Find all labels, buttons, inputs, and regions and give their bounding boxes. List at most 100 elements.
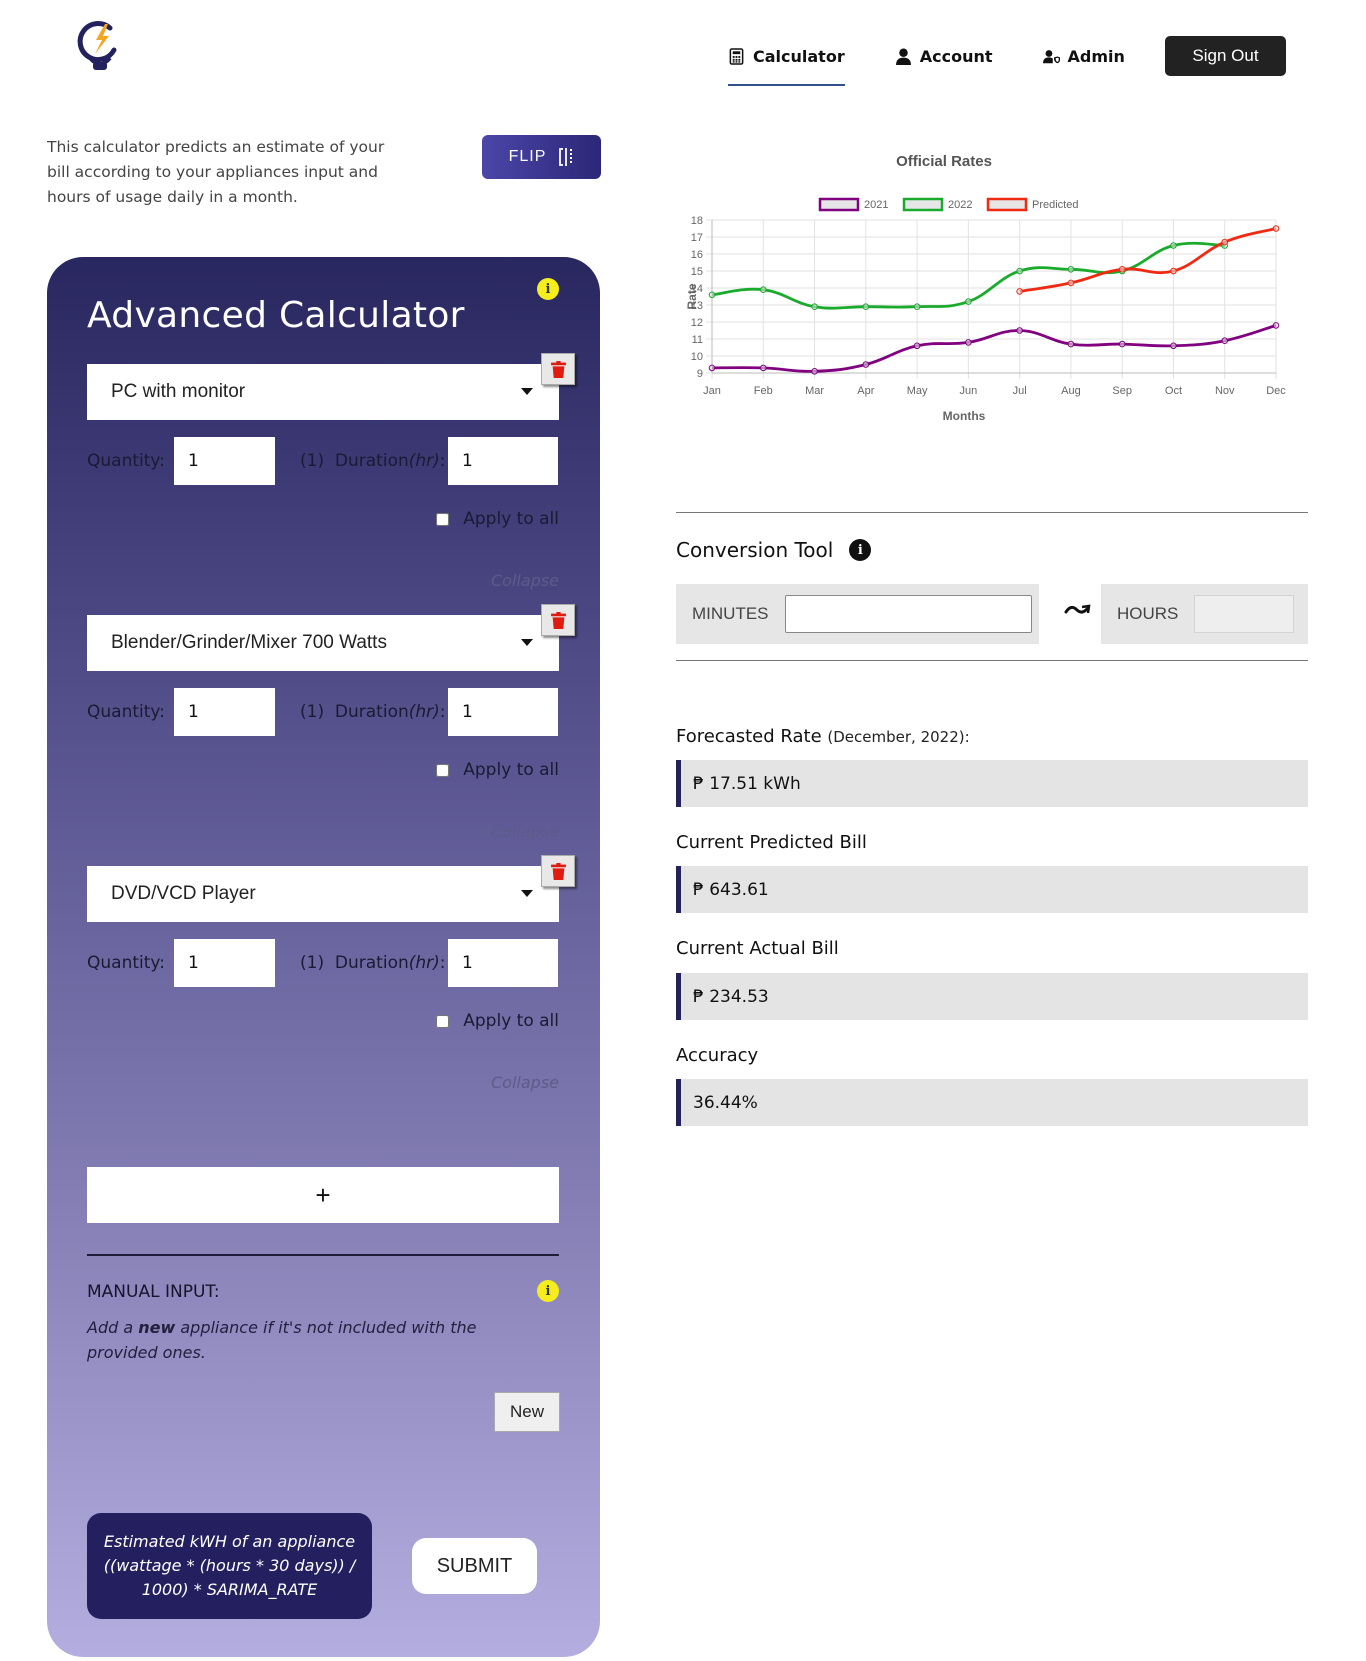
duration-colon: : (439, 451, 446, 471)
add-appliance-button[interactable]: + (87, 1167, 559, 1223)
forecasted-rate-title: Forecasted Rate (676, 726, 822, 747)
duration-input[interactable] (448, 939, 558, 987)
apply-to-all-label: Apply to all (463, 760, 559, 780)
duration-input[interactable] (448, 437, 558, 485)
calculator-title: Advanced Calculator (87, 295, 465, 336)
nav-admin[interactable]: Admin (1042, 36, 1125, 76)
chevron-down-icon (521, 639, 533, 646)
flip-button[interactable]: FLIP (482, 135, 601, 179)
forecasted-rate-label: Forecasted Rate (December, 2022): (676, 726, 970, 747)
y-tick-label: 18 (691, 215, 703, 227)
data-point (1272, 322, 1280, 329)
quantity-input[interactable] (174, 939, 275, 987)
chart-svg: Official Rates2021 2022 Predicted910111213… (685, 153, 1286, 423)
data-point (913, 303, 921, 310)
flip-columns-icon (559, 148, 573, 166)
actual-bill-value: ₱ 234.53 (676, 973, 1308, 1020)
apply-to-all-checkbox[interactable] (436, 1014, 450, 1028)
user-shield-icon (1042, 49, 1060, 63)
sign-out-button[interactable]: Sign Out (1165, 36, 1286, 76)
quantity-label: Quantity: (87, 451, 165, 471)
delete-appliance-button[interactable] (541, 604, 575, 636)
conversion-info-icon[interactable]: i (849, 539, 872, 561)
data-point (1170, 267, 1177, 275)
apply-to-all-row: Apply to all (87, 758, 559, 782)
page: Calculator Account Admin Sign Out This c… (0, 0, 1366, 1661)
actual-bill-label: Current Actual Bill (676, 938, 839, 959)
desc-bold: new (138, 1318, 176, 1337)
duration-text: Duration (334, 953, 409, 973)
quantity-input[interactable] (174, 688, 275, 736)
appliance-select[interactable]: DVD/VCD Player (87, 855, 575, 922)
quantity-duration-row: Quantity: (1) Duration(hr): (87, 437, 559, 485)
submit-button[interactable]: SUBMIT (412, 1538, 537, 1594)
delete-appliance-button[interactable] (541, 353, 575, 385)
quantity-input[interactable] (174, 437, 275, 485)
appliance-entry: DVD/VCD Player Quantity: (1) Duration(hr… (87, 855, 575, 1092)
y-tick-label: 11 (692, 334, 703, 346)
appliance-select[interactable]: Blender/Grinder/Mixer 700 Watts (87, 604, 575, 671)
nav-account[interactable]: Account (895, 36, 993, 76)
calculator-info-icon[interactable]: i (537, 278, 559, 300)
x-tick-label: May (907, 385, 928, 397)
duration-input[interactable] (448, 688, 558, 736)
divider (676, 512, 1308, 513)
delete-appliance-button[interactable] (541, 855, 575, 887)
minutes-input[interactable] (784, 595, 1032, 633)
legend-swatch (986, 197, 1028, 212)
hours-label: HOURS (1117, 604, 1179, 623)
apply-to-all-label: Apply to all (463, 509, 559, 529)
x-tick-label: Aug (1061, 385, 1081, 397)
apply-to-all-checkbox[interactable] (436, 763, 450, 777)
data-point (1272, 225, 1280, 232)
manual-input-info-icon[interactable]: i (537, 1280, 559, 1302)
appliance-select-value: PC with monitor (111, 381, 246, 402)
x-tick-label: Dec (1266, 385, 1286, 397)
nav-calculator[interactable]: Calculator (728, 36, 845, 86)
quantity-label: Quantity: (87, 702, 165, 722)
collapse-link[interactable]: Collapse (87, 822, 559, 841)
flip-label: FLIP (508, 148, 547, 165)
trash-icon (550, 862, 566, 880)
predicted-bill-label: Current Predicted Bill (676, 832, 867, 853)
duration-index: (1) (300, 451, 325, 471)
apply-to-all-label: Apply to all (463, 1011, 559, 1031)
nav-calculator-label: Calculator (753, 46, 845, 66)
new-appliance-button[interactable]: New (494, 1392, 560, 1432)
y-tick-label: 15 (691, 266, 703, 278)
data-point (708, 364, 716, 372)
data-point (759, 364, 767, 372)
data-point (913, 342, 921, 350)
data-point (1067, 279, 1075, 287)
user-icon (895, 48, 911, 65)
hours-output[interactable] (1194, 595, 1295, 633)
data-point (862, 361, 870, 368)
collapse-link[interactable]: Collapse (87, 571, 559, 590)
y-tick-label: 10 (691, 351, 703, 363)
chevron-down-icon (521, 388, 533, 395)
x-tick-label: Mar (805, 385, 824, 397)
divider (87, 1254, 559, 1256)
quantity-label: Quantity: (87, 953, 165, 973)
series-line-2021 (711, 324, 1277, 373)
calculator-icon (729, 47, 744, 65)
legend-label: 2021 (864, 199, 888, 211)
duration-index: (1) (300, 702, 325, 722)
forecasted-rate-period: (December, 2022): (827, 728, 970, 746)
data-point (811, 368, 818, 375)
duration-text: Duration (334, 451, 409, 471)
apply-to-all-row: Apply to all (87, 1009, 559, 1033)
x-tick-label: Nov (1215, 385, 1235, 397)
x-tick-label: Jun (959, 385, 977, 397)
formula-box: Estimated kWH of an appliance ((wattage … (87, 1513, 372, 1619)
logo[interactable] (76, 20, 124, 76)
advanced-calculator-card: Advanced Calculator i PC with monitor Qu… (47, 257, 600, 1657)
collapse-link[interactable]: Collapse (87, 1073, 559, 1092)
lightbulb-bolt-logo-icon (77, 21, 117, 70)
apply-to-all-checkbox[interactable] (436, 512, 450, 526)
nav-admin-label: Admin (1067, 46, 1125, 66)
appliance-select[interactable]: PC with monitor (87, 353, 575, 420)
data-point (1067, 266, 1075, 273)
minutes-label: MINUTES (692, 604, 769, 623)
x-tick-label: Jan (703, 385, 721, 397)
